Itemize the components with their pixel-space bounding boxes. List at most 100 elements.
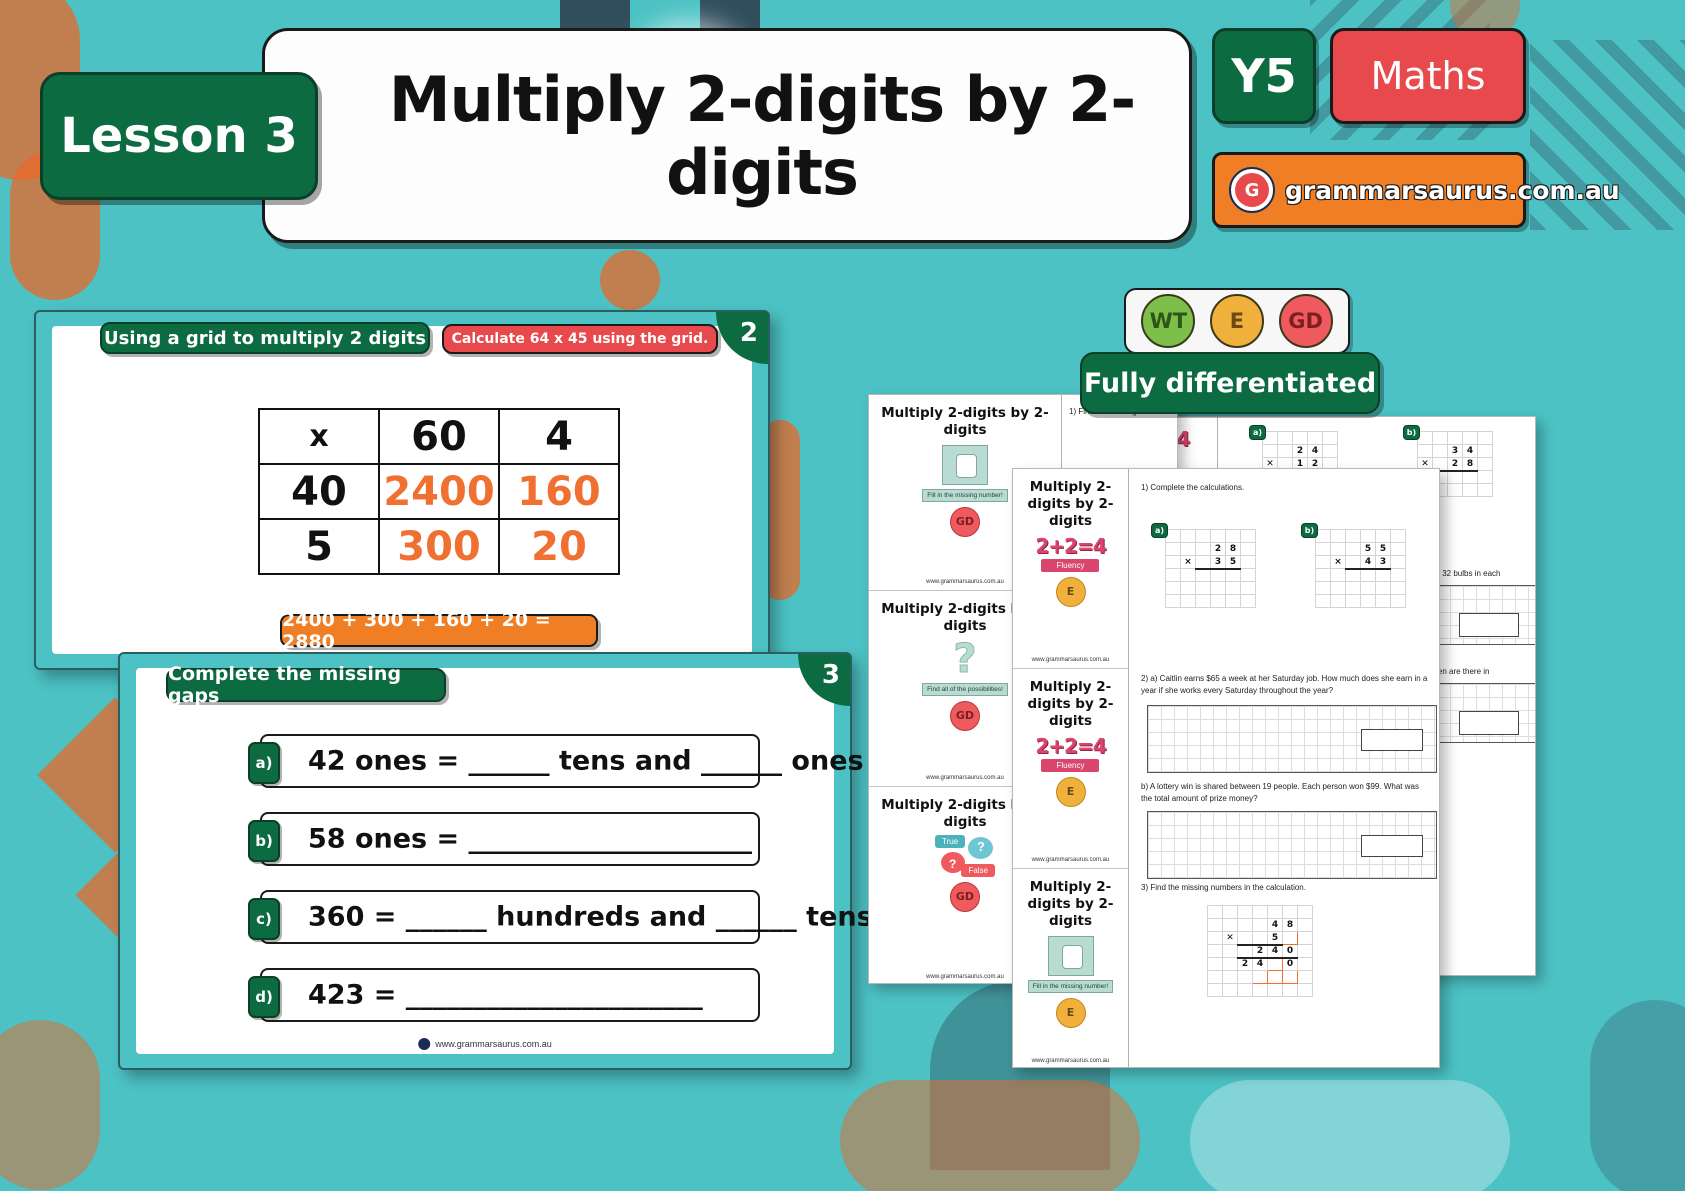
answer-small-box-2b[interactable] — [1361, 835, 1423, 857]
list-item[interactable]: a) 42 ones = ______ tens and ______ ones — [248, 734, 864, 788]
puzzle-icon — [1047, 935, 1094, 976]
slide-grid-multiply[interactable]: 2 Using a grid to multiply 2 digits Calc… — [34, 310, 770, 670]
table-row: 34 — [1417, 444, 1493, 458]
calc-digit: 8 — [1462, 457, 1478, 472]
puzzle-icon — [942, 444, 988, 485]
calc-digit: 4 — [1252, 957, 1268, 971]
calc-digit: 2 — [1447, 457, 1463, 472]
seal-e-icon: E — [1055, 776, 1086, 807]
table-row: 24 — [1262, 444, 1338, 458]
question-2b-text: b) A lottery win is shared between 19 pe… — [1141, 782, 1419, 803]
worksheet-footer: www.grammarsaurus.com.au — [1031, 857, 1110, 863]
seal-e-icon: E — [1055, 576, 1086, 607]
calc-tag-b: b) — [1301, 523, 1318, 538]
table-row: 40 2400 160 — [258, 463, 620, 520]
missing-cell[interactable] — [1267, 970, 1283, 984]
calc-digit: 0 — [1282, 944, 1298, 959]
question-text-c: 360 = ______ hundreds and ______ tens — [308, 901, 873, 933]
table-row: × 4 3 — [1315, 555, 1406, 570]
missing-cell[interactable] — [1267, 957, 1283, 971]
calc-digit: 4 — [1462, 444, 1478, 458]
question-label-a: a) — [248, 742, 280, 784]
slide-footer-brand: www.grammarsaurus.com.au — [418, 1038, 552, 1050]
question-text-d: 423 = ______________________ — [308, 979, 703, 1011]
fluency-equation: 2+2=4 — [1035, 733, 1106, 758]
title-card: Multiply 2-digits by 2-digits — [262, 28, 1192, 243]
grid-cell-r2c1: 300 — [378, 518, 500, 575]
calc-tag-a: a) — [1151, 523, 1168, 538]
question-text-b: 58 ones = _____________________ — [308, 823, 753, 855]
list-item[interactable]: c) 360 = ______ hundreds and ______ tens — [248, 890, 873, 944]
lesson-badge: Lesson 3 — [40, 72, 318, 200]
question-label-b: b) — [248, 820, 280, 862]
true-false-icon: ?? True False — [935, 834, 995, 877]
slide-missing-gaps[interactable]: 3 www.grammarsaurus.com.au Complete the … — [118, 652, 873, 1070]
calc-digit: 2 — [1210, 542, 1226, 556]
grammarsaurus-logo-icon — [418, 1038, 431, 1050]
worksheet-cover: Multiply 2-digits by 2-digits Fill in th… — [1013, 869, 1128, 1067]
page-header: Multiply 2-digits by 2-digits Lesson 3 Y… — [0, 0, 1685, 250]
multiply-sign-icon: × — [1330, 555, 1346, 569]
fluency-art: 2+2=4 Fluency — [1035, 533, 1107, 572]
grid-header-c2: 4 — [498, 408, 620, 465]
calc-digit: 0 — [1282, 957, 1298, 971]
deco-blob — [600, 250, 660, 310]
table-row: 48 — [1207, 918, 1313, 932]
calc-digit: 5 — [1267, 931, 1283, 946]
coin-wt-icon: WT — [1138, 291, 1199, 351]
table-row — [1315, 594, 1406, 608]
calc-digit: 5 — [1360, 542, 1376, 556]
worksheet-cover: Multiply 2-digits by 2-digits 2+2=4 Flue… — [1013, 669, 1128, 869]
grid-sum-answer: 2400 + 300 + 160 + 20 = 2880 — [280, 609, 598, 653]
calculation-grid-a: 28 × 3 5 — [1165, 529, 1256, 608]
missing-cell[interactable] — [1252, 970, 1268, 984]
grid-cell-r1c1: 2400 — [378, 463, 500, 520]
cover-caption: Fill in the missing number! — [922, 488, 1008, 502]
worksheet-footer: www.grammarsaurus.com.au — [1031, 657, 1110, 663]
table-row — [1417, 431, 1493, 445]
question-1-label: 1) Complete the calculations. — [1141, 483, 1245, 492]
calc-digit: 2 — [1292, 444, 1308, 458]
deco-blob — [840, 1080, 1140, 1191]
worksheet-sheet-front[interactable]: Multiply 2-digits by 2-digits 2+2=4 Flue… — [1012, 468, 1440, 1068]
deco-blob — [0, 1020, 100, 1190]
missing-cell[interactable] — [1282, 970, 1298, 984]
fluency-equation: 2+2=4 — [1035, 533, 1106, 558]
coin-e-icon: E — [1207, 291, 1267, 351]
question-label-d: d) — [248, 976, 280, 1018]
table-row — [1207, 983, 1313, 997]
calc-digit: 3 — [1210, 555, 1226, 570]
table-row — [1315, 568, 1406, 582]
worksheet-title: Multiply 2-digits by 2-digits — [1027, 679, 1114, 729]
fully-differentiated-banner: Fully differentiated — [1080, 352, 1380, 414]
table-row: 240 — [1207, 944, 1313, 959]
calc-digit: 4 — [1360, 555, 1376, 570]
deco-blob — [1190, 1080, 1510, 1191]
answer-small-box[interactable] — [1459, 711, 1519, 735]
table-row — [1165, 581, 1256, 595]
grid-header-op: x — [258, 408, 380, 465]
grid-row-label-2: 5 — [258, 518, 380, 575]
answer-small-box-2a[interactable] — [1361, 729, 1423, 751]
brand-badge[interactable]: grammarsaurus.com.au — [1212, 152, 1620, 228]
seal-gd-icon: GD — [950, 506, 980, 537]
slide-footer-url: www.grammarsaurus.com.au — [435, 1039, 552, 1049]
deco-blob — [1590, 1000, 1685, 1191]
grid-cell-r2c2: 20 — [498, 518, 620, 575]
missing-cell[interactable] — [1282, 931, 1298, 945]
table-row — [1165, 594, 1256, 608]
multiplication-grid: x 60 4 40 2400 160 5 300 20 — [258, 408, 620, 575]
calc-digit: 4 — [1267, 918, 1283, 932]
grid-cell-r1c2: 160 — [498, 463, 620, 520]
answer-small-box[interactable] — [1459, 613, 1519, 637]
list-item[interactable]: b) 58 ones = _____________________ — [248, 812, 760, 866]
table-row: 55 — [1315, 542, 1406, 556]
list-item[interactable]: d) 423 = ______________________ — [248, 968, 760, 1022]
grid-row-label-1: 40 — [258, 463, 380, 520]
worksheet-title: Multiply 2-digits by 2-digits — [1027, 479, 1114, 529]
question-label-c: c) — [248, 898, 280, 940]
table-row: 240 — [1207, 957, 1313, 971]
table-row: x 60 4 — [258, 408, 620, 465]
differentiation-coins: WT E GD — [1124, 288, 1350, 354]
worksheet-footer: www.grammarsaurus.com.au — [1031, 1058, 1110, 1064]
